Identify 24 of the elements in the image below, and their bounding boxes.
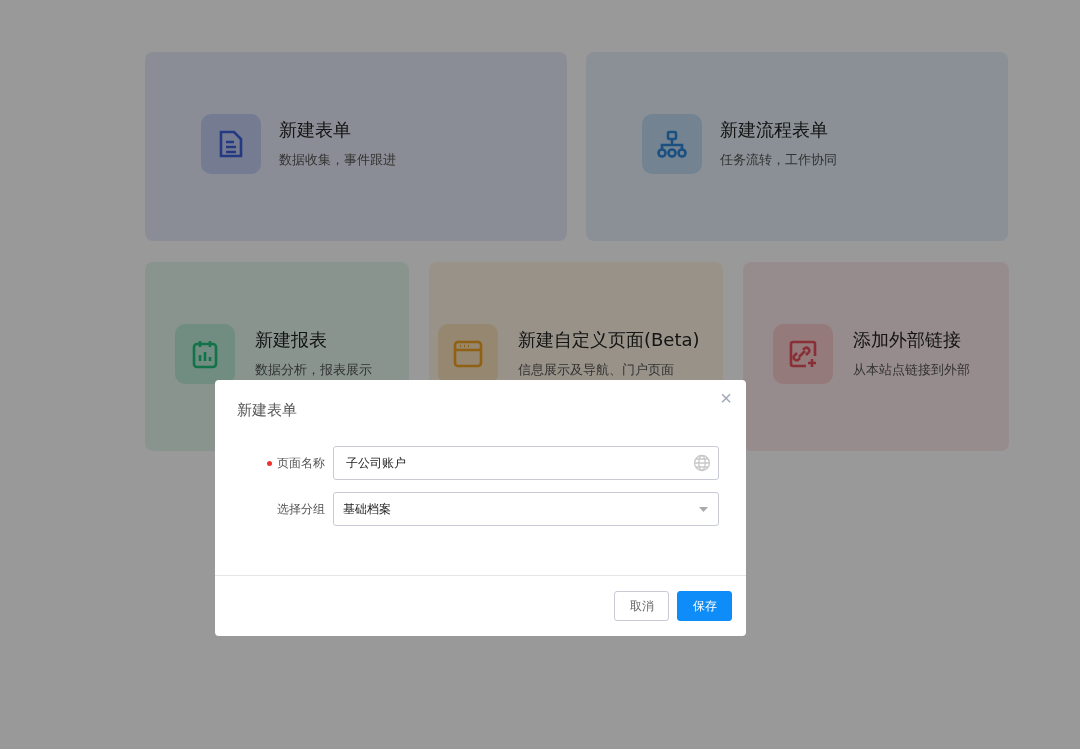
save-button[interactable]: 保存: [677, 591, 732, 621]
chart-icon: [191, 338, 219, 369]
link-add-icon: [788, 338, 818, 369]
page-name-field[interactable]: 子公司账户: [333, 446, 719, 480]
card-title: 添加外部链接: [853, 329, 962, 351]
card-subtitle: 数据分析，报表展示: [255, 362, 372, 378]
cancel-button[interactable]: 取消: [614, 591, 669, 621]
hierarchy-icon: [656, 129, 688, 158]
card-title: 新建表单: [279, 119, 352, 141]
card-title: 新建报表: [255, 329, 328, 351]
document-icon: [218, 128, 244, 159]
group-select[interactable]: 基础档案: [333, 492, 719, 526]
field-label: 选择分组: [277, 500, 325, 518]
caret-icon: [699, 506, 708, 512]
card-title: 新建自定义页面(Beta): [518, 329, 700, 351]
card-subtitle: 从本站点链接到外部: [853, 362, 970, 378]
dialog-title: 新建表单: [237, 401, 297, 420]
card-subtitle: 信息展示及导航、门户页面: [518, 362, 675, 378]
card-subtitle: 数据收集，事件跟进: [279, 152, 396, 168]
card-subtitle: 任务流转，工作协同: [720, 152, 837, 168]
card-title: 新建流程表单: [720, 119, 829, 141]
browser-window-icon: [453, 339, 483, 368]
globe-icon: [693, 454, 711, 472]
field-label: 页面名称: [277, 454, 325, 472]
